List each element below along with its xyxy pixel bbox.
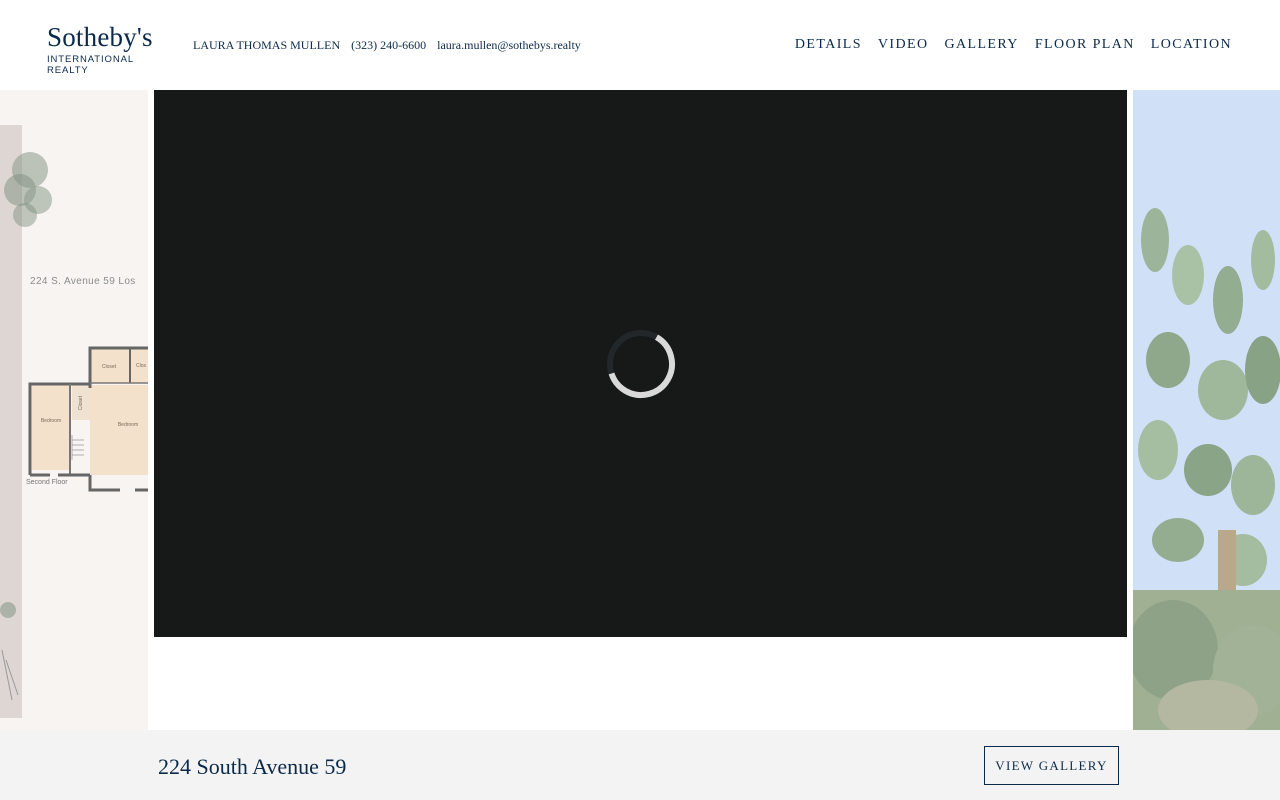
nav-video[interactable]: VIDEO [878, 37, 929, 53]
agent-name: LAURA THOMAS MULLEN [193, 38, 341, 52]
room-bedroom-2: Bedroom [117, 422, 139, 428]
sothebys-logo[interactable]: Sotheby's INTERNATIONAL REALTY [47, 22, 177, 76]
cactus-photo [1133, 90, 1280, 730]
floor-label: Second Floor [26, 479, 68, 486]
nav-floor-plan[interactable]: FLOOR PLAN [1035, 37, 1135, 53]
logo-wordmark: Sotheby's [47, 22, 153, 52]
agent-email[interactable]: laura.mullen@sothebys.realty [437, 38, 581, 52]
nav-location[interactable]: LOCATION [1151, 37, 1232, 53]
tree-illustration [4, 152, 52, 227]
room-closet-2: Clos [135, 363, 146, 369]
nav-gallery[interactable]: GALLERY [944, 37, 1018, 53]
main-nav: DETAILS VIDEO GALLERY FLOOR PLAN LOCATIO… [779, 37, 1232, 53]
agent-phone[interactable]: (323) 240-6600 [351, 38, 426, 52]
prev-slide-floor-plan[interactable]: 224 S. Avenue 59 Los Closet Clos Closet … [0, 90, 148, 730]
property-bar: 224 South Avenue 59 VIEW GALLERY [0, 730, 1280, 800]
video-player[interactable] [154, 90, 1127, 637]
room-closet-3: Closet [78, 395, 84, 411]
room-bedroom-1: Bedroom [40, 418, 62, 424]
logo-subtitle: INTERNATIONAL REALTY [47, 54, 134, 76]
view-gallery-button[interactable]: VIEW GALLERY [984, 746, 1119, 785]
loading-spinner-icon [607, 330, 675, 398]
floorplan-address: 224 S. Avenue 59 Los [30, 276, 136, 287]
room-closet-1: Closet [101, 364, 117, 370]
shrub-illustration [0, 602, 19, 701]
site-header: Sotheby's INTERNATIONAL REALTY LAURA THO… [0, 0, 1280, 90]
agent-contact: LAURA THOMAS MULLEN (323) 240-6600 laura… [193, 38, 589, 53]
property-title: 224 South Avenue 59 [158, 754, 347, 779]
next-slide-cactus-photo[interactable] [1133, 90, 1280, 730]
nav-details[interactable]: DETAILS [795, 37, 862, 53]
